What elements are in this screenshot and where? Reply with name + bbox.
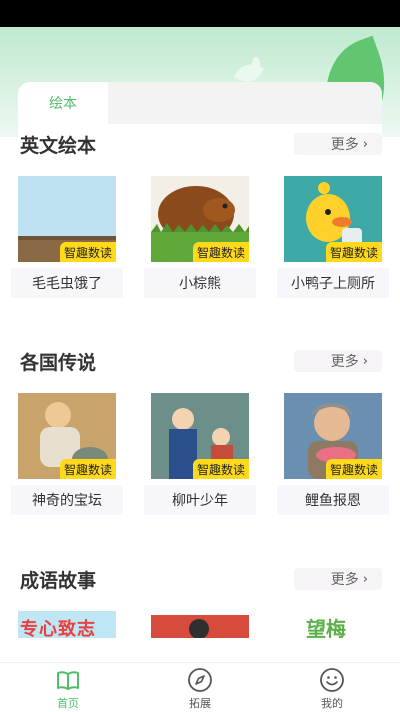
list-item[interactable]: 智趣数读 小鸭子上厕所 bbox=[277, 176, 389, 298]
section-title: 英文绘本 bbox=[20, 135, 97, 157]
section-header: 各国传说 更多 › bbox=[18, 348, 382, 378]
smile-icon bbox=[320, 668, 344, 692]
cover-art bbox=[151, 611, 249, 638]
item-title: 小棕熊 bbox=[144, 268, 256, 298]
section-header: 成语故事 更多 › bbox=[18, 566, 382, 596]
list-item[interactable]: 智趣数读 毛毛虫饿了 bbox=[11, 176, 123, 298]
book-cover: 智趣数读 bbox=[18, 176, 116, 262]
chevron-right-icon: › bbox=[362, 136, 368, 152]
more-button[interactable]: 更多 › bbox=[294, 133, 382, 155]
book-cover: 智趣数读 bbox=[151, 393, 249, 479]
badge: 智趣数读 bbox=[59, 242, 116, 262]
item-title: 毛毛虫饿了 bbox=[11, 268, 123, 298]
list-item[interactable]: 专心致志 bbox=[18, 611, 116, 638]
nav-label: 首页 bbox=[57, 697, 79, 710]
tab-label: 绘本 bbox=[49, 96, 77, 112]
list-item[interactable] bbox=[151, 611, 249, 638]
tab-picture-books[interactable]: 绘本 bbox=[18, 82, 108, 124]
category-tabbar: 绘本 bbox=[18, 82, 382, 124]
section-idiom-stories: 成语故事 更多 › 专心致志 望梅 bbox=[18, 566, 382, 638]
chevron-right-icon: › bbox=[362, 571, 368, 587]
list-item[interactable]: 智趣数读 鲤鱼报恩 bbox=[277, 393, 389, 515]
section-title: 各国传说 bbox=[20, 352, 97, 374]
book-cover: 专心致志 bbox=[18, 611, 116, 638]
book-icon bbox=[57, 671, 79, 690]
chevron-right-icon: › bbox=[362, 353, 368, 369]
book-cover: 望梅 bbox=[284, 611, 382, 638]
bottom-navigation: 首页 拓展 我的 bbox=[0, 662, 400, 712]
nav-home[interactable]: 首页 bbox=[38, 667, 98, 711]
book-cover: 智趣数读 bbox=[18, 393, 116, 479]
list-item[interactable]: 智趣数读 神奇的宝坛 bbox=[11, 393, 123, 515]
list-item[interactable]: 望梅 bbox=[284, 611, 382, 638]
section-header: 英文绘本 更多 › bbox=[18, 131, 382, 161]
section-english-picture-books: 英文绘本 更多 › 智趣数读 毛毛虫饿了 智趣数读 小棕熊 智趣数读 小鸭子上厕… bbox=[11, 131, 389, 298]
badge: 智趣数读 bbox=[192, 459, 249, 479]
section-folk-legends: 各国传说 更多 › 智趣数读 神奇的宝坛 智趣数读 柳叶少年 智趣数读 鲤鱼报恩 bbox=[11, 348, 389, 515]
more-button[interactable]: 更多 › bbox=[294, 568, 382, 590]
more-button[interactable]: 更多 › bbox=[294, 350, 382, 372]
nav-profile[interactable]: 我的 bbox=[302, 667, 362, 711]
compass-icon bbox=[188, 668, 212, 692]
cover-title-art: 专心致志 bbox=[20, 619, 96, 638]
more-label: 更多 bbox=[330, 137, 359, 153]
section-title: 成语故事 bbox=[20, 570, 97, 592]
droplet-decoration bbox=[252, 57, 260, 71]
nav-label: 拓展 bbox=[189, 697, 211, 710]
list-item[interactable]: 智趣数读 小棕熊 bbox=[144, 176, 256, 298]
badge: 智趣数读 bbox=[325, 242, 382, 262]
book-cover: 智趣数读 bbox=[284, 393, 382, 479]
item-title: 小鸭子上厕所 bbox=[277, 268, 389, 298]
item-list: 专心致志 望梅 bbox=[18, 611, 382, 638]
item-title: 柳叶少年 bbox=[144, 485, 256, 515]
badge: 智趣数读 bbox=[59, 459, 116, 479]
item-title: 鲤鱼报恩 bbox=[277, 485, 389, 515]
more-label: 更多 bbox=[330, 572, 359, 588]
badge: 智趣数读 bbox=[192, 242, 249, 262]
nav-label: 我的 bbox=[321, 697, 343, 710]
more-label: 更多 bbox=[330, 354, 359, 370]
badge: 智趣数读 bbox=[325, 459, 382, 479]
book-cover: 智趣数读 bbox=[284, 176, 382, 262]
item-title: 神奇的宝坛 bbox=[11, 485, 123, 515]
cover-title-art: 望梅 bbox=[306, 617, 346, 638]
nav-explore[interactable]: 拓展 bbox=[170, 667, 230, 711]
status-bar bbox=[0, 0, 400, 27]
book-cover: 智趣数读 bbox=[151, 176, 249, 262]
list-item[interactable]: 智趣数读 柳叶少年 bbox=[144, 393, 256, 515]
book-cover bbox=[151, 611, 249, 638]
